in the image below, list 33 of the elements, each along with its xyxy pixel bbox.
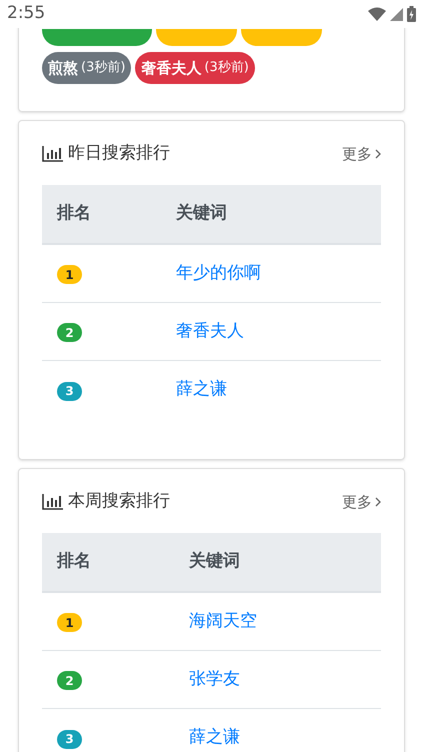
card-title: 本周搜索排行 <box>68 490 170 514</box>
rank-badge: 1 <box>57 265 82 284</box>
status-time: 2:55 <box>7 2 46 26</box>
search-tag[interactable] <box>156 29 237 46</box>
bar-chart-icon <box>42 494 63 510</box>
battery-icon <box>407 6 416 22</box>
search-tag[interactable]: 奢香夫人 (3秒前) <box>135 52 255 84</box>
rank-badge: 2 <box>57 671 82 690</box>
column-header: 关键词 <box>189 550 240 574</box>
chevron-right-icon <box>375 149 381 159</box>
search-tag[interactable]: 煎熬 (3秒前) <box>42 52 132 84</box>
keyword-link[interactable]: 张学友 <box>189 666 240 692</box>
keyword-link[interactable]: 薛之谦 <box>176 377 227 403</box>
card-title: 昨日搜索排行 <box>68 142 170 166</box>
rank-badge: 1 <box>57 613 82 632</box>
rank-badge: 3 <box>57 382 82 400</box>
more-link[interactable]: 更多 <box>342 490 381 514</box>
keyword-link[interactable]: 年少的你啊 <box>176 260 261 286</box>
column-header: 排名 <box>56 550 92 574</box>
keyword-link[interactable]: 薛之谦 <box>189 725 240 751</box>
rank-badge: 2 <box>57 323 82 342</box>
keyword-link[interactable]: 海阔天空 <box>189 608 257 634</box>
bar-chart-icon <box>42 146 63 162</box>
signal-icon <box>390 8 403 20</box>
search-tag[interactable] <box>241 29 322 46</box>
rank-badge: 3 <box>57 730 82 748</box>
column-header: 关键词 <box>176 202 227 226</box>
column-header: 排名 <box>56 202 92 226</box>
more-link[interactable]: 更多 <box>342 142 381 166</box>
wifi-icon <box>368 7 386 21</box>
keyword-link[interactable]: 奢香夫人 <box>176 318 244 344</box>
search-tag[interactable] <box>42 29 152 46</box>
chevron-right-icon <box>375 497 381 507</box>
